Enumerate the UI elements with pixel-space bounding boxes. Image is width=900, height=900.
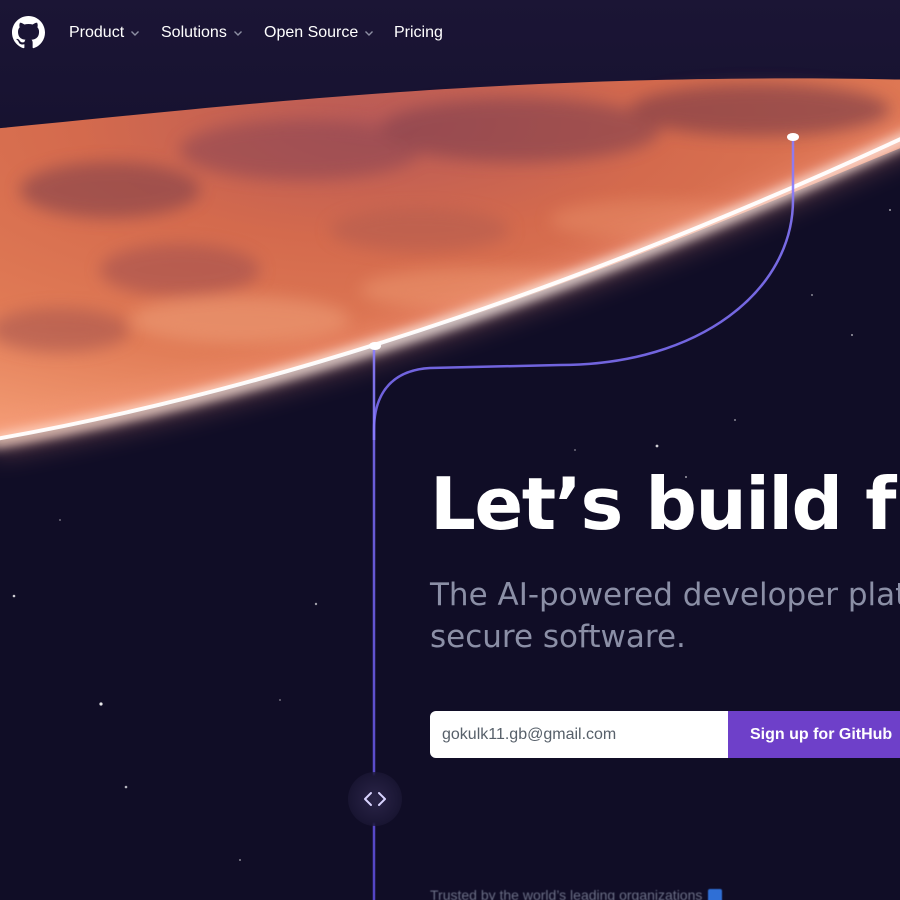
hero-subtitle: The AI-powered developer platf secure so… <box>430 574 900 658</box>
arrow-down-icon <box>708 889 723 900</box>
email-input[interactable] <box>430 711 728 758</box>
nav-solutions-label: Solutions <box>161 24 227 41</box>
chevron-down-icon <box>131 31 140 36</box>
chevron-down-icon <box>365 31 374 36</box>
signup-button[interactable]: Sign up for GitHub <box>728 711 900 758</box>
nav-solutions[interactable]: Solutions <box>161 22 243 44</box>
hero-title: Let’s build fr <box>430 462 900 546</box>
nav-open-source[interactable]: Open Source <box>264 22 374 44</box>
nav-pricing[interactable]: Pricing <box>394 22 443 44</box>
nav-open-source-label: Open Source <box>264 24 359 41</box>
github-logo-icon[interactable] <box>12 16 45 49</box>
code-badge <box>348 772 402 826</box>
signup-form: Sign up for GitHub <box>430 711 900 758</box>
hero-illustration <box>0 0 900 900</box>
code-brackets-icon <box>364 792 386 806</box>
github-homepage: Product Solutions Open Source Pricing Le… <box>0 0 900 900</box>
top-navigation: Product Solutions Open Source Pricing <box>0 0 900 66</box>
nav-product[interactable]: Product <box>69 22 140 44</box>
hero-subtitle-line-1: The AI-powered developer platf <box>430 577 900 613</box>
trusted-by-text: Trusted by the world’s leading organizat… <box>430 887 723 900</box>
trusted-by-label: Trusted by the world’s leading organizat… <box>430 887 703 900</box>
hero-subtitle-line-2: secure software. <box>430 619 686 655</box>
nav-product-label: Product <box>69 24 125 41</box>
chevron-down-icon <box>233 31 242 36</box>
nav-pricing-label: Pricing <box>394 24 443 41</box>
